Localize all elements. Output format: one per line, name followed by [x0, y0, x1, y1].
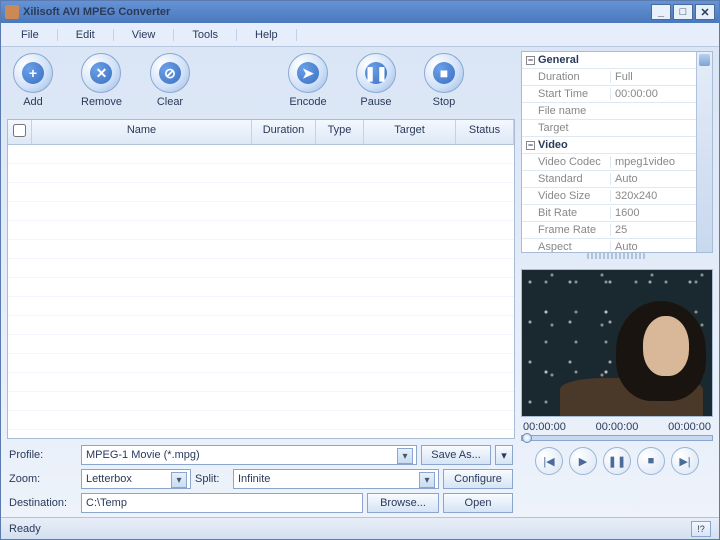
window-title: Xilisoft AVI MPEG Converter [23, 6, 649, 18]
prop-row[interactable]: DurationFull [522, 69, 696, 86]
prop-row[interactable]: StandardAuto [522, 171, 696, 188]
zoom-label: Zoom: [9, 473, 77, 485]
toolbar: +Add ✕Remove ⊘Clear ➤Encode ❚❚Pause ■Sto… [7, 51, 515, 117]
app-window: Xilisoft AVI MPEG Converter _ □ ✕ File E… [0, 0, 720, 540]
split-label: Split: [195, 473, 229, 485]
prop-row[interactable]: Bit Rate1600 [522, 205, 696, 222]
maximize-button[interactable]: □ [673, 4, 693, 20]
minimize-button[interactable]: _ [651, 4, 671, 20]
select-all-checkbox[interactable] [13, 124, 26, 137]
col-type[interactable]: Type [316, 120, 364, 144]
remove-button[interactable]: ✕Remove [81, 53, 122, 108]
menu-file[interactable]: File [13, 29, 58, 41]
open-button[interactable]: Open [443, 493, 513, 513]
timeline-labels: 00:00:00 00:00:00 00:00:00 [521, 421, 713, 433]
zoom-select[interactable]: Letterbox [81, 469, 191, 489]
prop-row[interactable]: Video Size320x240 [522, 188, 696, 205]
right-pane: −GeneralDurationFullStart Time00:00:00Fi… [521, 51, 713, 517]
preview-pane[interactable] [521, 269, 713, 417]
status-bar: Ready !? [1, 517, 719, 539]
seek-bar[interactable] [521, 435, 713, 441]
profile-label: Profile: [9, 449, 77, 461]
col-name[interactable]: Name [32, 120, 252, 144]
play-button[interactable]: ▶ [569, 447, 597, 475]
file-grid[interactable]: Name Duration Type Target Status [7, 119, 515, 439]
props-scrollbar[interactable] [696, 52, 712, 252]
help-button[interactable]: !? [691, 521, 711, 537]
stop-icon: ■ [433, 62, 455, 84]
split-select[interactable]: Infinite [233, 469, 439, 489]
prop-row[interactable]: File name [522, 103, 696, 120]
settings-form: Profile: MPEG-1 Movie (*.mpg) Save As...… [7, 439, 515, 517]
scroll-thumb[interactable] [699, 54, 710, 66]
stop-button[interactable]: ■Stop [424, 53, 464, 108]
properties-panel[interactable]: −GeneralDurationFullStart Time00:00:00Fi… [521, 51, 713, 253]
pause-icon: ❚❚ [365, 62, 387, 84]
col-checkbox[interactable] [8, 120, 32, 144]
left-pane: +Add ✕Remove ⊘Clear ➤Encode ❚❚Pause ■Sto… [7, 51, 515, 517]
prop-row[interactable]: Video Codecmpeg1video [522, 154, 696, 171]
saveas-button[interactable]: Save As... [421, 445, 491, 465]
x-icon: ✕ [90, 62, 112, 84]
encode-icon: ➤ [297, 62, 319, 84]
dest-label: Destination: [9, 497, 77, 509]
col-target[interactable]: Target [364, 120, 456, 144]
grid-header: Name Duration Type Target Status [8, 120, 514, 145]
dest-input[interactable]: C:\Temp [81, 493, 363, 513]
col-status[interactable]: Status [456, 120, 514, 144]
prop-row[interactable]: Frame Rate25 [522, 222, 696, 239]
prop-row[interactable]: AspectAuto [522, 239, 696, 252]
app-icon [5, 5, 19, 19]
menu-view[interactable]: View [114, 29, 175, 41]
menu-edit[interactable]: Edit [58, 29, 114, 41]
prop-section-video[interactable]: −Video [522, 137, 696, 154]
profile-select[interactable]: MPEG-1 Movie (*.mpg) [81, 445, 417, 465]
more-button[interactable]: ▾ [495, 445, 513, 465]
configure-button[interactable]: Configure [443, 469, 513, 489]
prop-row[interactable]: Start Time00:00:00 [522, 86, 696, 103]
clear-button[interactable]: ⊘Clear [150, 53, 190, 108]
grid-body[interactable] [8, 145, 514, 438]
encode-button[interactable]: ➤Encode [288, 53, 328, 108]
prev-button[interactable]: |◀ [535, 447, 563, 475]
titlebar[interactable]: Xilisoft AVI MPEG Converter _ □ ✕ [1, 1, 719, 23]
play-controls: |◀ ▶ ❚❚ ■ ▶| [521, 447, 713, 475]
prop-row[interactable]: Target [522, 120, 696, 137]
resize-grip[interactable] [587, 253, 647, 259]
content: +Add ✕Remove ⊘Clear ➤Encode ❚❚Pause ■Sto… [1, 47, 719, 517]
plus-icon: + [22, 62, 44, 84]
col-duration[interactable]: Duration [252, 120, 316, 144]
menu-tools[interactable]: Tools [174, 29, 237, 41]
status-text: Ready [9, 523, 41, 535]
stop-media-button[interactable]: ■ [637, 447, 665, 475]
close-button[interactable]: ✕ [695, 4, 715, 20]
next-button[interactable]: ▶| [671, 447, 699, 475]
pause-button[interactable]: ❚❚Pause [356, 53, 396, 108]
clear-icon: ⊘ [159, 62, 181, 84]
seek-knob[interactable] [522, 433, 532, 443]
prop-section-general[interactable]: −General [522, 52, 696, 69]
pause-media-button[interactable]: ❚❚ [603, 447, 631, 475]
browse-button[interactable]: Browse... [367, 493, 439, 513]
add-button[interactable]: +Add [13, 53, 53, 108]
menu-help[interactable]: Help [237, 29, 297, 41]
menubar: File Edit View Tools Help [1, 23, 719, 47]
